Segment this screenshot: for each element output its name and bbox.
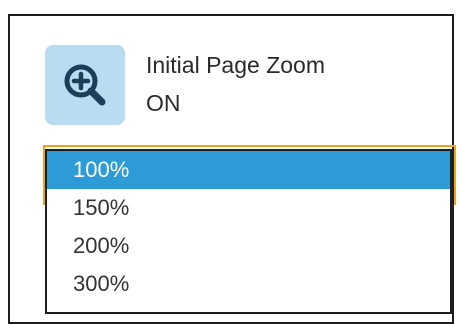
zoom-dropdown-list[interactable]: 100% 150% 200% 300%: [45, 149, 452, 314]
zoom-option-200[interactable]: 200%: [47, 227, 450, 265]
setting-title: Initial Page Zoom: [146, 52, 325, 78]
zoom-option-300[interactable]: 300%: [47, 265, 450, 303]
zoom-option-150[interactable]: 150%: [47, 189, 450, 227]
setting-value: ON: [146, 90, 181, 116]
zoom-setting-icon-tile[interactable]: [45, 45, 125, 125]
zoom-in-icon: [64, 64, 106, 106]
zoom-option-100[interactable]: 100%: [47, 151, 450, 189]
